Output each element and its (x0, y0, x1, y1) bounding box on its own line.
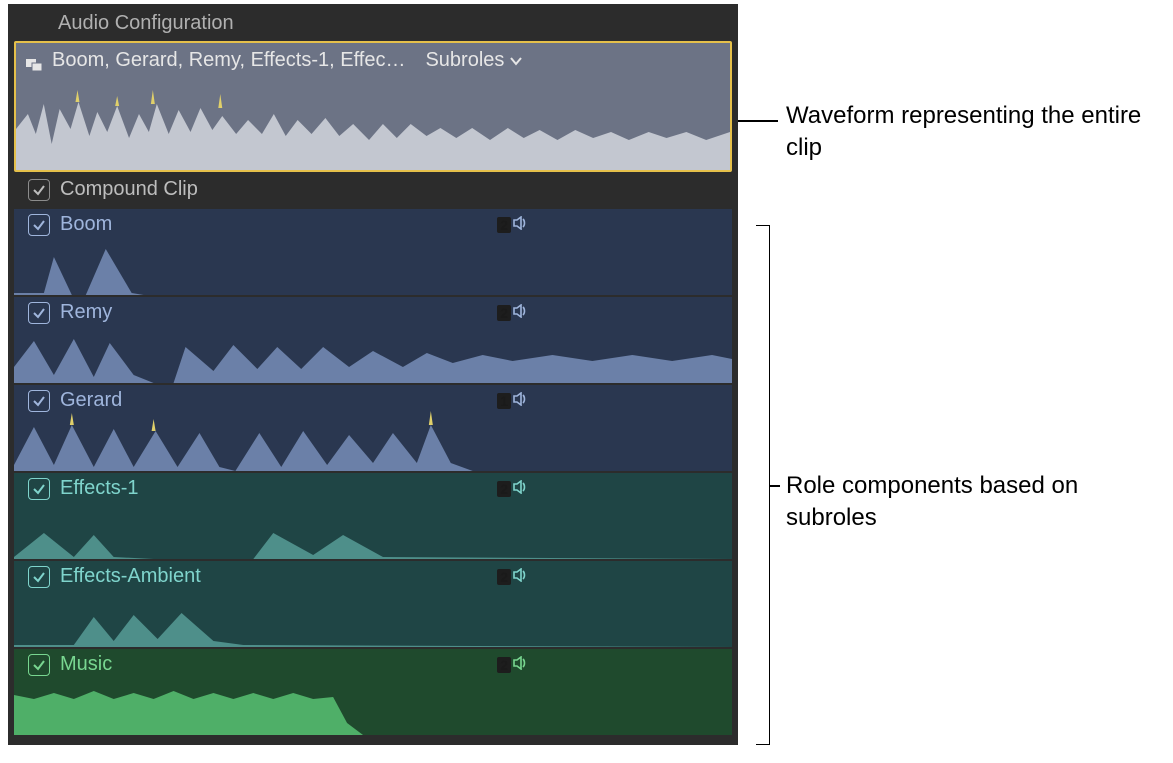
track-row[interactable]: Remy 2 (14, 297, 732, 383)
compound-clip-icon (26, 54, 42, 68)
channel-badge[interactable]: 2 (494, 567, 532, 586)
callout-leader-line (770, 485, 780, 487)
speaker-icon (513, 392, 529, 409)
track-checkbox[interactable] (28, 390, 50, 412)
track-checkbox[interactable] (28, 566, 50, 588)
speaker-icon (513, 568, 529, 585)
track-label: Effects-1 (60, 477, 139, 500)
master-waveform (16, 74, 730, 170)
compound-clip-row: Compound Clip (14, 172, 732, 207)
clip-header[interactable]: Boom, Gerard, Remy, Effects-1, Effec… Su… (14, 41, 732, 172)
audio-config-panel: Audio Configuration Boom, Gerard, Remy, … (8, 4, 738, 745)
subroles-label: Subroles (425, 49, 504, 72)
track-checkbox[interactable] (28, 478, 50, 500)
channel-badge[interactable]: 1 (494, 391, 532, 410)
track-label: Boom (60, 213, 112, 236)
track-checkbox[interactable] (28, 302, 50, 324)
track-row[interactable]: Gerard 1 (14, 385, 732, 471)
callout-bracket (756, 225, 770, 745)
track-row[interactable]: Effects-Ambient 2 (14, 561, 732, 647)
chevron-down-icon (510, 49, 522, 72)
track-row[interactable]: Music 2 (14, 649, 732, 735)
channel-badge[interactable]: 2 (494, 215, 532, 234)
channel-badge[interactable]: 2 (494, 303, 532, 322)
track-checkbox[interactable] (28, 214, 50, 236)
clip-name: Boom, Gerard, Remy, Effects-1, Effec… (52, 49, 405, 72)
compound-clip-checkbox[interactable] (28, 179, 50, 201)
speaker-icon (513, 216, 529, 233)
callout-waveform: Waveform representing the entire clip (786, 100, 1146, 165)
callout-leader-line (738, 120, 778, 122)
clip-header-bar: Boom, Gerard, Remy, Effects-1, Effec… Su… (16, 43, 730, 74)
track-row[interactable]: Effects-1 2 (14, 473, 732, 559)
callout-roles: Role components based on subroles (786, 470, 1146, 535)
channel-badge[interactable]: 2 (494, 479, 532, 498)
speaker-icon (513, 304, 529, 321)
section-title: Audio Configuration (14, 10, 732, 41)
track-row[interactable]: Boom 2 (14, 209, 732, 295)
track-label: Effects-Ambient (60, 565, 201, 588)
channel-badge[interactable]: 2 (494, 655, 532, 674)
track-label: Remy (60, 301, 112, 324)
track-label: Gerard (60, 389, 122, 412)
speaker-icon (513, 480, 529, 497)
compound-clip-label: Compound Clip (60, 178, 198, 201)
track-label: Music (60, 653, 112, 676)
speaker-icon (513, 656, 529, 673)
subroles-dropdown[interactable]: Subroles (425, 49, 522, 72)
track-checkbox[interactable] (28, 654, 50, 676)
